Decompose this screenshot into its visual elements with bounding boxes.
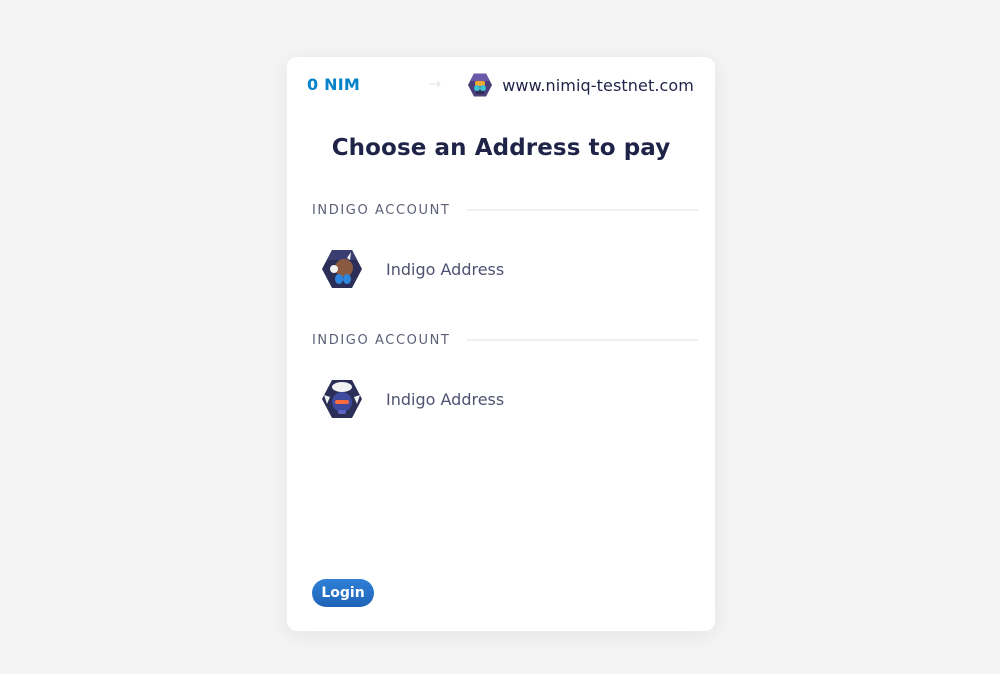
origin-site: www.nimiq-testnet.com	[467, 72, 694, 98]
payment-card: 0 NIM → www.nimiq-testnet.com Choose an …	[287, 57, 715, 631]
identicon-icon	[322, 250, 362, 288]
address-item[interactable]: Indigo Address	[321, 248, 695, 290]
address-label: Indigo Address	[386, 389, 505, 409]
address-label: Indigo Address	[386, 259, 505, 279]
payment-amount: 0 NIM	[307, 75, 360, 94]
divider	[467, 339, 698, 341]
login-button[interactable]: Login	[312, 579, 374, 607]
payment-header: 0 NIM → www.nimiq-testnet.com	[287, 57, 715, 113]
divider	[467, 209, 698, 211]
arrow-right-icon: →	[428, 74, 442, 93]
account-header: INDIGO ACCOUNT	[312, 330, 698, 350]
origin-url: www.nimiq-testnet.com	[502, 75, 694, 95]
account-label: INDIGO ACCOUNT	[312, 332, 451, 348]
account-header: INDIGO ACCOUNT	[312, 200, 698, 220]
address-item[interactable]: Indigo Address	[321, 378, 695, 420]
page-title: Choose an Address to pay	[331, 135, 671, 161]
identicon-icon	[322, 380, 362, 418]
account-label: INDIGO ACCOUNT	[312, 202, 451, 218]
site-identicon	[468, 73, 493, 97]
